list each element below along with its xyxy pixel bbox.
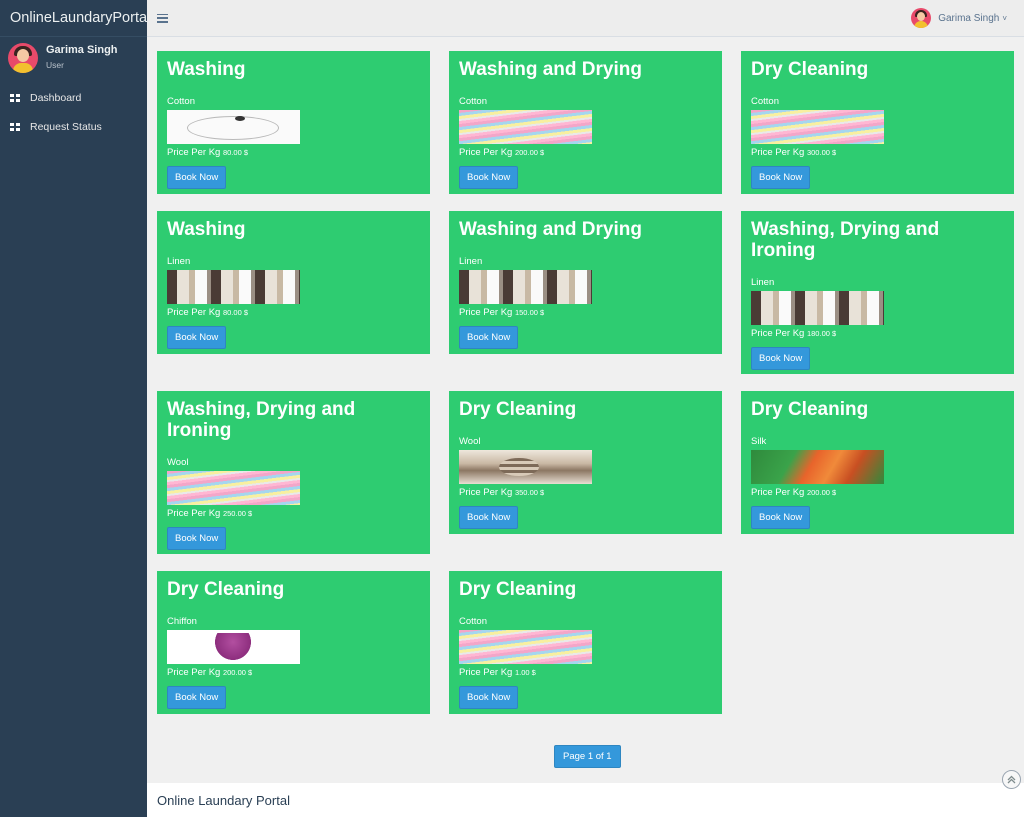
book-now-button[interactable]: Book Now	[459, 326, 519, 349]
card-price: Price Per Kg 200.00 $	[167, 667, 253, 678]
card-price: Price Per Kg 150.00 $	[459, 307, 545, 318]
fabric-image	[751, 110, 884, 144]
avatar	[911, 8, 932, 28]
card-title: Dry Cleaning	[751, 399, 869, 420]
card-price: Price Per Kg 300.00 $	[751, 147, 837, 158]
book-now-button[interactable]: Book Now	[167, 326, 227, 349]
service-card: Washing and Drying Cotton Price Per Kg 2…	[449, 51, 722, 194]
card-title: Washing, Drying and Ironing	[751, 219, 940, 261]
pagination-button[interactable]: Page 1 of 1	[554, 745, 621, 768]
service-card: Washing, Drying and Ironing Linen Price …	[741, 211, 1014, 374]
fabric-image	[459, 110, 592, 144]
book-now-button[interactable]: Book Now	[167, 166, 227, 189]
card-price: Price Per Kg 350.00 $	[459, 487, 545, 498]
card-title: Washing and Drying	[459, 59, 642, 80]
sidebar-item-label: Dashboard	[30, 91, 82, 104]
book-now-button[interactable]: Book Now	[459, 166, 519, 189]
card-price: Price Per Kg 200.00 $	[459, 147, 545, 158]
card-fabric: Silk	[751, 436, 767, 447]
service-card: Dry Cleaning Silk Price Per Kg 200.00 $ …	[741, 391, 1014, 534]
card-price: Price Per Kg 80.00 $	[167, 147, 248, 158]
top-navbar: Garima Singh ˅	[147, 0, 1024, 37]
service-card: Washing and Drying Linen Price Per Kg 15…	[449, 211, 722, 354]
scroll-to-top-icon[interactable]	[1002, 770, 1021, 789]
chevron-down-icon: ˅	[1002, 13, 1007, 23]
book-now-button[interactable]: Book Now	[751, 166, 811, 189]
card-title: Dry Cleaning	[459, 579, 577, 600]
profile-panel: Garima Singh User	[0, 37, 147, 83]
user-name: Garima Singh	[938, 12, 1000, 24]
card-fabric: Linen	[751, 277, 775, 288]
footer-text: Online Laundary Portal	[157, 793, 290, 808]
fabric-image	[167, 630, 300, 664]
book-now-button[interactable]: Book Now	[459, 506, 519, 529]
card-price: Price Per Kg 250.00 $	[167, 508, 253, 519]
service-card: Dry Cleaning Chiffon Price Per Kg 200.00…	[157, 571, 430, 714]
card-price: Price Per Kg 180.00 $	[751, 328, 837, 339]
service-card: Dry Cleaning Wool Price Per Kg 350.00 $ …	[449, 391, 722, 534]
fabric-image	[167, 110, 300, 144]
card-fabric: Wool	[459, 436, 481, 447]
service-card: Dry Cleaning Cotton Price Per Kg 300.00 …	[741, 51, 1014, 194]
fabric-image	[167, 270, 300, 304]
card-fabric: Chiffon	[167, 616, 197, 627]
fabric-image	[459, 270, 592, 304]
card-title: Dry Cleaning	[167, 579, 285, 600]
card-fabric: Wool	[167, 457, 189, 468]
card-title: Dry Cleaning	[459, 399, 577, 420]
sidebar-item-request-status[interactable]: Request Status	[0, 112, 147, 141]
profile-name: Garima Singh	[46, 44, 118, 56]
service-card: Washing Cotton Price Per Kg 80.00 $ Book…	[157, 51, 430, 194]
card-price: Price Per Kg 80.00 $	[167, 307, 248, 318]
card-title: Washing	[167, 219, 246, 240]
menu-toggle-icon[interactable]	[157, 13, 168, 23]
card-price: Price Per Kg 200.00 $	[751, 487, 837, 498]
user-menu[interactable]: Garima Singh ˅	[911, 8, 1007, 28]
service-card: Washing, Drying and Ironing Wool Price P…	[157, 391, 430, 554]
book-now-button[interactable]: Book Now	[751, 347, 811, 370]
card-title: Washing, Drying and Ironing	[167, 399, 356, 441]
service-card: Dry Cleaning Cotton Price Per Kg 1.00 $ …	[449, 571, 722, 714]
service-card: Washing Linen Price Per Kg 80.00 $ Book …	[157, 211, 430, 354]
sidebar-item-dashboard[interactable]: Dashboard	[0, 83, 147, 112]
card-fabric: Linen	[459, 256, 483, 267]
avatar	[8, 43, 38, 73]
footer: Online Laundary Portal	[147, 783, 1024, 817]
fabric-image	[459, 450, 592, 484]
fabric-image	[751, 450, 884, 484]
card-fabric: Cotton	[459, 96, 487, 107]
card-title: Dry Cleaning	[751, 59, 869, 80]
fabric-image	[167, 471, 300, 505]
book-now-button[interactable]: Book Now	[459, 686, 519, 709]
book-now-button[interactable]: Book Now	[751, 506, 811, 529]
dashboard-icon	[10, 93, 20, 102]
card-fabric: Cotton	[751, 96, 779, 107]
card-title: Washing and Drying	[459, 219, 642, 240]
sidebar: OnlineLaundaryPortal Garima Singh User D…	[0, 0, 150, 817]
book-now-button[interactable]: Book Now	[167, 527, 227, 550]
card-fabric: Cotton	[167, 96, 195, 107]
fabric-image	[751, 291, 884, 325]
card-fabric: Linen	[167, 256, 191, 267]
card-title: Washing	[167, 59, 246, 80]
fabric-image	[459, 630, 592, 664]
sidebar-item-label: Request Status	[30, 120, 102, 133]
card-fabric: Cotton	[459, 616, 487, 627]
book-now-button[interactable]: Book Now	[167, 686, 227, 709]
dashboard-icon	[10, 122, 20, 131]
profile-role: User	[46, 60, 64, 70]
brand-title[interactable]: OnlineLaundaryPortal	[0, 0, 150, 37]
card-price: Price Per Kg 1.00 $	[459, 667, 536, 678]
